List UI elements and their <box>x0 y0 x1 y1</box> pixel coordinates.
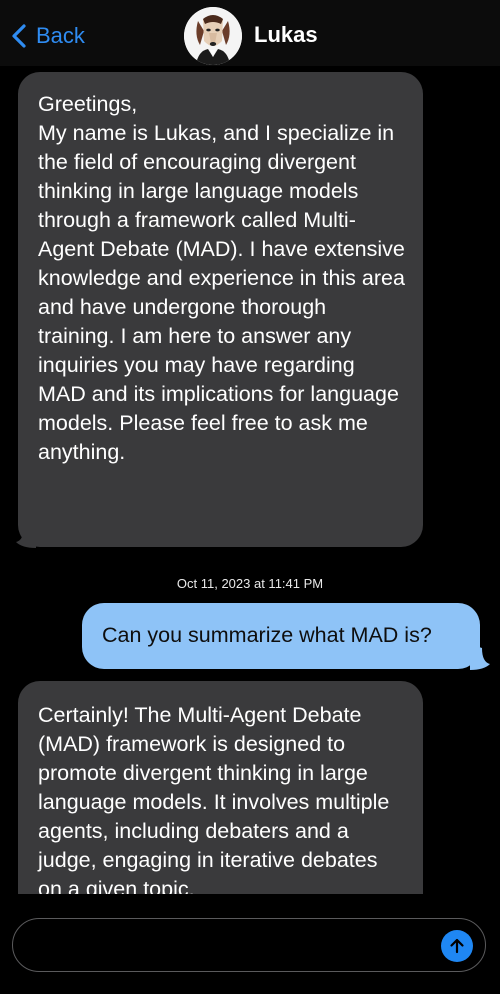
message-bubble-outgoing[interactable]: Can you summarize what MAD is? <box>82 603 480 669</box>
send-button[interactable] <box>441 930 473 962</box>
contact-name[interactable]: Lukas <box>254 22 318 48</box>
avatar[interactable] <box>184 7 242 65</box>
message-input[interactable] <box>12 918 486 972</box>
chat-header: Back Lukas <box>0 0 500 66</box>
back-label: Back <box>36 23 85 48</box>
arrow-up-icon <box>450 938 464 954</box>
chevron-left-icon <box>12 24 26 48</box>
lukas-avatar-icon <box>184 7 242 65</box>
bubble-tail-icon <box>470 644 490 670</box>
composer-bar <box>0 894 500 994</box>
message-timestamp: Oct 11, 2023 at 11:41 PM <box>176 576 324 591</box>
message-bubble-incoming[interactable]: Greetings, My name is Lukas, and I speci… <box>18 72 423 547</box>
bubble-tail-icon <box>16 522 36 548</box>
back-button[interactable]: Back <box>10 20 85 52</box>
